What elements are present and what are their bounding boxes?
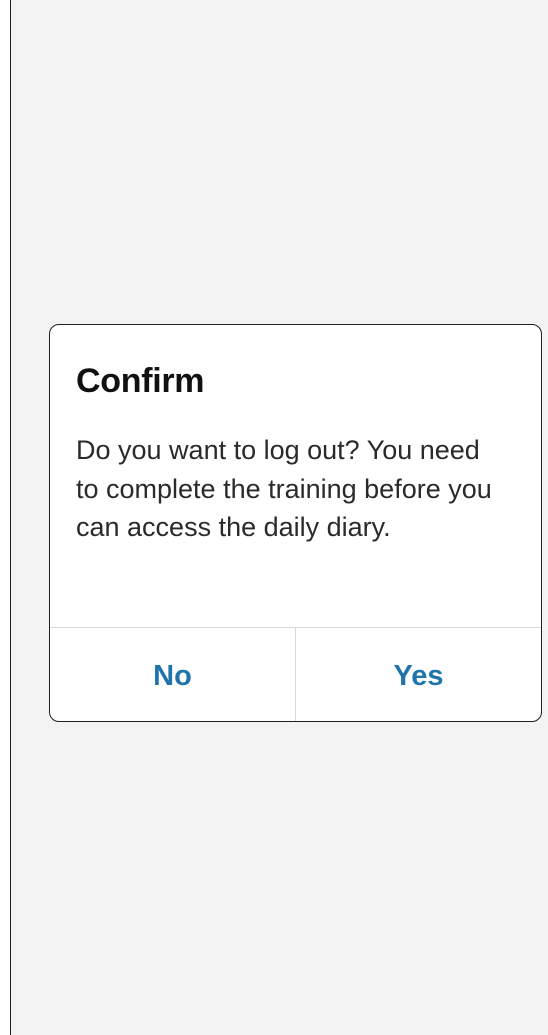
- no-button[interactable]: No: [50, 628, 296, 721]
- confirm-dialog: Confirm Do you want to log out? You need…: [49, 324, 542, 722]
- dialog-title: Confirm: [76, 362, 205, 400]
- dialog-actions: No Yes: [50, 627, 541, 721]
- yes-button[interactable]: Yes: [296, 628, 541, 721]
- app-screen: Confirm Do you want to log out? You need…: [11, 0, 548, 1035]
- dialog-message: Do you want to log out? You need to comp…: [76, 435, 492, 542]
- window-frame-edge: [0, 0, 11, 1035]
